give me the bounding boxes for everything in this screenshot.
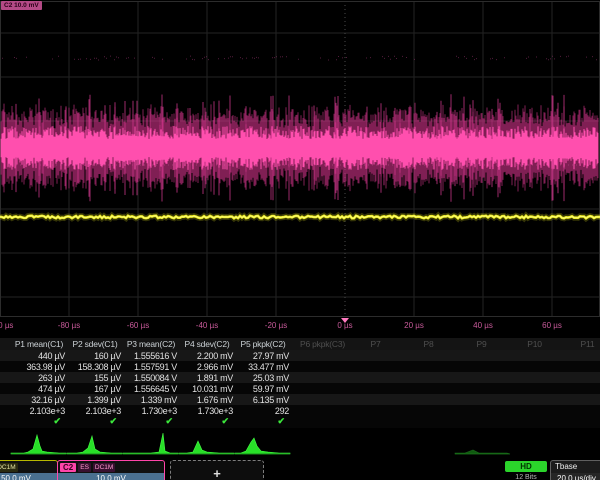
time-axis-label: 20 µs <box>404 321 424 330</box>
measurement-header-disabled[interactable]: P10 <box>508 339 561 349</box>
status-bar: C1 DC1M 50.0 mV C2 ES DC1M 10.0 mV + HD … <box>0 459 600 480</box>
measurement-sdev: 1.676 mV <box>179 395 233 405</box>
waveform-grid[interactable]: C2 10.0 mV <box>0 0 600 318</box>
measurement-sdev: 1.399 µV <box>67 395 121 405</box>
measurement-num: 292 <box>235 406 289 416</box>
measurement-header-disabled[interactable]: P8 <box>402 339 455 349</box>
measurement-sdev: 6.135 mV <box>235 395 289 405</box>
waveform-plot <box>0 0 600 318</box>
measurement-header-disabled[interactable]: P7 <box>349 339 402 349</box>
measurement-header-disabled[interactable]: P11 <box>561 339 600 349</box>
measurement-status-ok-icon: ✔ <box>123 416 173 427</box>
time-axis-label: -80 µs <box>58 321 80 330</box>
measurement-min: 25.03 mV <box>235 373 289 383</box>
c1-coupling: DC1M <box>0 463 18 472</box>
measurement-max: 167 µV <box>67 384 121 394</box>
measurement-value: 27.97 mV <box>235 351 289 361</box>
measurement-num: 2.103e+3 <box>67 406 121 416</box>
measurement-value: 440 µV <box>11 351 65 361</box>
histicon-strip <box>0 428 600 458</box>
time-axis-label: -40 µs <box>196 321 218 330</box>
timebase-descriptor[interactable]: Tbase 20.0 µs/div <box>550 460 600 480</box>
time-axis-label: 0 µs <box>337 321 352 330</box>
channel-descriptor-c2[interactable]: C2 ES DC1M 10.0 mV <box>57 460 165 480</box>
time-axis-label: -20 µs <box>265 321 287 330</box>
measurement-histicons <box>0 428 600 458</box>
measurement-status-ok-icon: ✔ <box>235 416 285 427</box>
measurement-status-ok-icon: ✔ <box>179 416 229 427</box>
time-axis-label: 40 µs <box>473 321 493 330</box>
c2-eres-tag: ES <box>78 463 91 472</box>
time-axis-label: -100 µs <box>0 321 13 330</box>
measurement-max: 59.97 mV <box>235 384 289 394</box>
table-row: 32.16 µV1.399 µV1.339 mV1.676 mV6.135 mV <box>0 394 600 405</box>
measurement-header-disabled[interactable]: P6 pkpk(C3) <box>296 339 349 349</box>
c2-coupling: DC1M <box>93 463 115 472</box>
measurement-sdev: 32.16 µV <box>11 395 65 405</box>
measurement-header[interactable]: P3 mean(C2) <box>123 339 179 349</box>
table-row: P1 mean(C1)P2 sdev(C1)P3 mean(C2)P4 sdev… <box>0 338 600 350</box>
measurement-value: 160 µV <box>67 351 121 361</box>
measurement-min: 1.891 mV <box>179 373 233 383</box>
measurement-max: 1.556645 V <box>123 384 177 394</box>
measurement-status-ok-icon: ✔ <box>67 416 117 427</box>
oscilloscope-screen: C2 10.0 mV -100 µs -80 µs -60 µs -40 µs -20 … <box>0 0 600 480</box>
measurement-mean: 158.308 µV <box>67 362 121 372</box>
measurement-max: 474 µV <box>11 384 65 394</box>
time-axis-label: -60 µs <box>127 321 149 330</box>
time-axis: -100 µs -80 µs -60 µs -40 µs -20 µs 0 µs 20 µs… <box>0 318 600 336</box>
table-row: 2.103e+32.103e+31.730e+31.730e+3292 <box>0 405 600 416</box>
measurement-mean: 33.477 mV <box>235 362 289 372</box>
channel-descriptor-c1[interactable]: C1 DC1M 50.0 mV <box>0 460 58 480</box>
tbase-scale: 20.0 µs/div <box>551 473 600 480</box>
measurement-mean: 363.98 µV <box>11 362 65 372</box>
measurement-header[interactable]: P2 sdev(C1) <box>67 339 123 349</box>
trace-label-c2[interactable]: C2 10.0 mV <box>1 1 42 10</box>
measurement-mean: 2.966 mV <box>179 362 233 372</box>
table-row: ✔ ✔ ✔ ✔ ✔ <box>0 416 600 428</box>
measurement-min: 263 µV <box>11 373 65 383</box>
measurement-header-disabled[interactable]: P9 <box>455 339 508 349</box>
hd-bits-label: 12 Bits <box>505 474 547 480</box>
table-row: 263 µV155 µV1.550084 V1.891 mV25.03 mV <box>0 372 600 383</box>
measurement-header[interactable]: P4 sdev(C2) <box>179 339 235 349</box>
measurement-num: 1.730e+3 <box>123 406 177 416</box>
table-row: 440 µV160 µV1.555616 V2.200 mV27.97 mV <box>0 350 600 361</box>
hd-mode[interactable]: HD 12 Bits <box>505 461 547 480</box>
measurement-min: 1.550084 V <box>123 373 177 383</box>
measurement-mean: 1.557591 V <box>123 362 177 372</box>
measurement-min: 155 µV <box>67 373 121 383</box>
measurement-value: 1.555616 V <box>123 351 177 361</box>
table-row: 363.98 µV158.308 µV1.557591 V2.966 mV33.… <box>0 361 600 372</box>
measurement-value: 2.200 mV <box>179 351 233 361</box>
c2-scale: 10.0 mV <box>58 473 164 480</box>
measurement-max: 10.031 mV <box>179 384 233 394</box>
tbase-label: Tbase <box>551 461 600 473</box>
measurement-num: 1.730e+3 <box>179 406 233 416</box>
time-axis-label: 60 µs <box>542 321 562 330</box>
c1-scale: 50.0 mV <box>0 473 57 480</box>
measurement-table[interactable]: P1 mean(C1)P2 sdev(C1)P3 mean(C2)P4 sdev… <box>0 336 600 428</box>
measurement-header[interactable]: P1 mean(C1) <box>11 339 67 349</box>
add-trace-button[interactable]: + <box>170 460 264 480</box>
measurement-header[interactable]: P5 pkpk(C2) <box>235 339 291 349</box>
hd-badge: HD <box>505 461 547 472</box>
measurement-status-ok-icon: ✔ <box>11 416 61 427</box>
measurement-sdev: 1.339 mV <box>123 395 177 405</box>
measurement-num: 2.103e+3 <box>11 406 65 416</box>
table-row: 474 µV167 µV1.556645 V10.031 mV59.97 mV <box>0 383 600 394</box>
c2-badge: C2 <box>60 463 76 472</box>
